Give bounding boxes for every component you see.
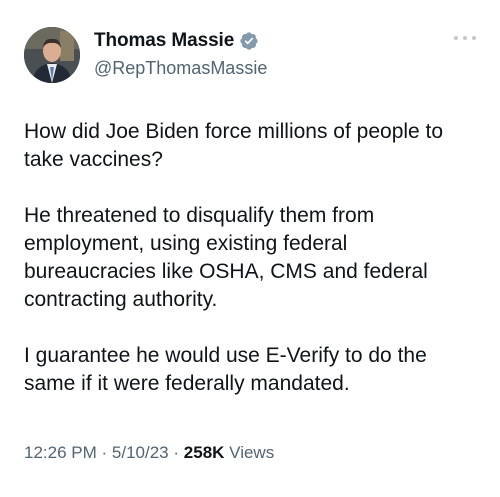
separator: · [101, 443, 108, 462]
author-handle[interactable]: @RepThomasMassie [94, 58, 267, 79]
views-count[interactable]: 258K [184, 443, 225, 462]
tweet-time[interactable]: 12:26 PM [24, 443, 97, 462]
tweet-paragraph: He threatened to disqualify them from em… [24, 204, 428, 311]
tweet-paragraph: I guarantee he would use E-Verify to do … [24, 344, 427, 395]
tweet-paragraph: How did Joe Biden force millions of peop… [24, 120, 444, 171]
more-dot [454, 36, 458, 40]
avatar[interactable] [24, 27, 80, 83]
more-options-icon[interactable] [454, 32, 476, 44]
tweet-card: Thomas Massie @RepThomasMassie How did J… [0, 0, 500, 497]
tweet-text: How did Joe Biden force millions of peop… [24, 118, 479, 398]
more-dot [463, 36, 467, 40]
tweet-metadata: 12:26 PM · 5/10/23 · 258K Views [24, 443, 274, 463]
verified-badge-icon [239, 31, 259, 51]
avatar-image [24, 27, 80, 83]
author-display-name[interactable]: Thomas Massie [94, 30, 234, 52]
separator: · [173, 443, 180, 462]
author-name-row: Thomas Massie [94, 30, 259, 52]
views-label: Views [229, 443, 275, 462]
more-dot [472, 36, 476, 40]
tweet-date[interactable]: 5/10/23 [112, 443, 169, 462]
